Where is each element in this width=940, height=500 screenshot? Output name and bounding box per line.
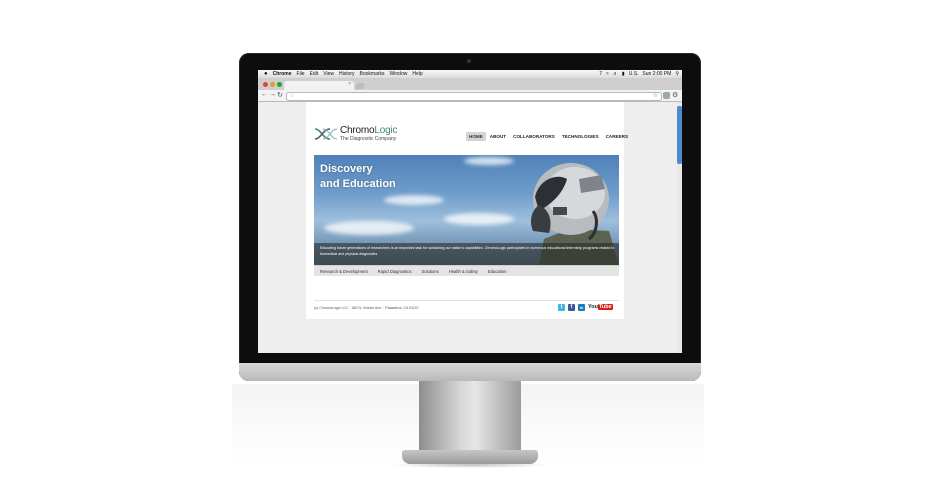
new-tab-button[interactable] [355, 83, 365, 89]
cloud-shape [444, 213, 514, 225]
camera-dot [467, 59, 471, 63]
battery-icon[interactable]: ▮ [622, 71, 625, 77]
reload-icon[interactable]: ↻ [277, 91, 283, 99]
address-bar[interactable]: ○ ☆ [286, 92, 662, 101]
subnav-solutions[interactable]: Solutions [421, 269, 438, 274]
website-container: ChromoLogic The Diagnostic Company HOME … [306, 102, 628, 319]
nav-about[interactable]: ABOUT [487, 132, 509, 141]
nav-home[interactable]: HOME [466, 132, 486, 141]
back-arrow-icon[interactable]: ← [261, 91, 268, 98]
cloud-shape [324, 221, 414, 235]
youtube-label-b: Tube [597, 304, 613, 310]
minimize-window-icon[interactable] [270, 82, 275, 87]
menu-edit[interactable]: Edit [310, 71, 319, 77]
close-window-icon[interactable] [263, 82, 268, 87]
site-logo[interactable]: ChromoLogic The Diagnostic Company [314, 126, 397, 142]
chromologic-logo-icon [314, 128, 338, 140]
twitter-icon[interactable]: t [558, 304, 565, 311]
hero-banner: Discovery and Education Educating future… [314, 155, 619, 265]
browser-tab[interactable]: × [284, 81, 354, 90]
facebook-icon[interactable]: f [568, 304, 575, 311]
brand-prefix: Chromo [340, 125, 375, 136]
menu-window[interactable]: Window [390, 71, 408, 77]
mac-menu-bar: ● Chrome File Edit View History Bookmark… [258, 70, 682, 78]
menu-file[interactable]: File [297, 71, 305, 77]
nav-collaborators[interactable]: COLLABORATORS [510, 132, 558, 141]
hero-title-line1: Discovery [320, 163, 373, 175]
region-flag[interactable]: U.S. [629, 71, 639, 77]
apple-menu-icon[interactable]: ● [264, 71, 268, 77]
linkedin-icon[interactable]: in [578, 304, 585, 311]
monitor-screen: ● Chrome File Edit View History Bookmark… [258, 70, 682, 353]
cloud-shape [464, 157, 514, 165]
scrollbar-thumb[interactable] [677, 106, 682, 164]
menu-bookmarks[interactable]: Bookmarks [360, 71, 385, 77]
youtube-label-a: You [588, 304, 598, 310]
hero-caption: Educating future generations of research… [314, 243, 619, 265]
wrench-menu-icon[interactable]: ⚙ [672, 91, 678, 99]
bookmark-star-icon[interactable]: ☆ [653, 92, 658, 99]
hero-title: Discovery and Education [320, 162, 396, 192]
extension-icon[interactable] [663, 92, 670, 99]
monitor-stand-foot [402, 450, 538, 464]
subnav-rapid-diagnostics[interactable]: Rapid Diagnostics [378, 269, 412, 274]
footer-divider [314, 300, 619, 301]
main-nav: HOME ABOUT COLLABORATORS TECHNOLOGIES CA… [466, 132, 632, 141]
hero-title-line2: and Education [320, 178, 396, 190]
page-icon: ○ [290, 93, 294, 99]
browser-tab-bar: × [258, 78, 682, 90]
monitor-stand-neck [419, 381, 521, 453]
browser-toolbar: ← → ↻ ○ ☆ ⚙ [258, 90, 682, 102]
menu-help[interactable]: Help [412, 71, 422, 77]
menu-history[interactable]: History [339, 71, 355, 77]
nav-careers[interactable]: CAREERS [603, 132, 631, 141]
subnav-research-development[interactable]: Research & Development [320, 269, 368, 274]
cloud-shape [384, 195, 444, 205]
youtube-icon[interactable]: YouTube [588, 304, 613, 311]
nav-technologies[interactable]: TECHNOLOGIES [559, 132, 602, 141]
spotlight-search-icon[interactable]: ⚲ [675, 71, 679, 77]
social-links: t f in YouTube [558, 304, 613, 311]
subnav-health-safety[interactable]: Health & Safety [449, 269, 478, 274]
wifi-icon[interactable]: ≈ [606, 71, 609, 77]
forward-arrow-icon[interactable]: → [269, 91, 276, 98]
close-tab-icon[interactable]: × [348, 81, 351, 87]
brand-name: ChromoLogic [340, 126, 397, 136]
footer-text: (c) ChromoLogic LLC · 180 N. Vinedo Ave.… [314, 306, 419, 310]
brand-suffix: Logic [374, 125, 398, 136]
volume-icon[interactable]: ♬ [613, 71, 618, 77]
zoom-window-icon[interactable] [277, 82, 282, 87]
scrollbar[interactable] [677, 102, 682, 353]
menu-status-area: 7 ≈ ♬ ▮ U.S. Sun 2:00 PM ⚲ [595, 71, 682, 77]
subnav-education[interactable]: Education [488, 269, 507, 274]
menu-clock[interactable]: Sun 2:00 PM [642, 71, 671, 77]
page-viewport: ChromoLogic The Diagnostic Company HOME … [258, 102, 682, 353]
status-badge[interactable]: 7 [599, 71, 602, 77]
brand-tagline: The Diagnostic Company [340, 136, 397, 142]
hero-caption-text: Educating future generations of research… [320, 246, 615, 256]
menu-app-name[interactable]: Chrome [273, 71, 292, 77]
sub-nav: Research & Development Rapid Diagnostics… [314, 265, 619, 276]
monitor-chin [239, 363, 701, 381]
menu-view[interactable]: View [323, 71, 334, 77]
